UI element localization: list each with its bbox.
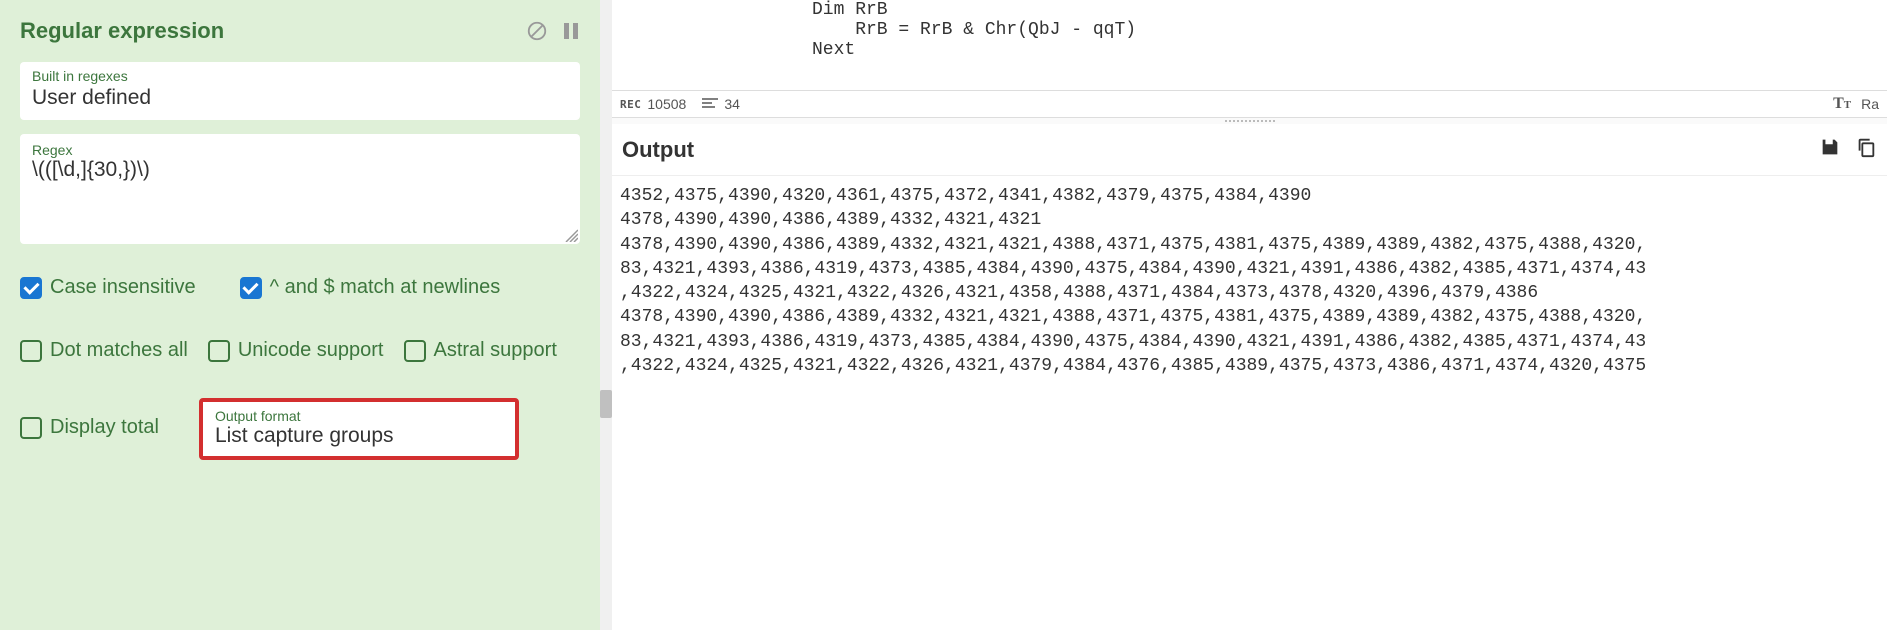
output-line: ,4322,4324,4325,4321,4322,4326,4321,4379… [620,356,1646,376]
code-area[interactable]: Dim RrB RrB = RrB & Chr(QbJ - qqT) Next [612,0,1887,90]
checkbox-checked-icon [20,277,42,299]
raw-label[interactable]: Ra [1861,96,1879,112]
output-header-icons [1819,136,1877,163]
save-icon[interactable] [1819,136,1841,163]
output-line: 4378,4390,4390,4386,4389,4332,4321,4321 [620,210,1041,230]
regex-settings-panel: Regular expression Built in regexes User… [0,0,600,630]
panel-header-icons [526,20,580,42]
status-bar: REC 10508 34 TT Ra [612,90,1887,118]
code-line-3: Next [812,40,855,60]
astral-support-checkbox[interactable]: Astral support [404,339,557,362]
output-line: 4352,4375,4390,4320,4361,4375,4372,4341,… [620,186,1311,206]
copy-icon[interactable] [1855,136,1877,163]
text-size-icon[interactable]: TT [1833,95,1851,113]
checkbox-empty-icon [20,417,42,439]
case-insensitive-checkbox[interactable]: Case insensitive [20,276,196,299]
rec-count-value: 10508 [647,96,686,112]
output-line: 83,4321,4393,4386,4319,4373,4385,4384,43… [620,259,1646,279]
output-format-value: List capture groups [215,424,503,448]
regex-input-box: Regex [20,134,580,244]
checkbox-empty-icon [404,340,426,362]
checkbox-checked-icon [240,277,262,299]
output-line: 83,4321,4393,4386,4319,4373,4385,4384,43… [620,332,1646,352]
output-line: 4378,4390,4390,4386,4389,4332,4321,4321,… [620,307,1646,327]
bottom-row: Display total Output format List capture… [20,398,580,460]
code-line-1: Dim RrB [812,0,888,20]
output-line: ,4322,4324,4325,4321,4322,4326,4321,4358… [620,283,1538,303]
panel-header: Regular expression [20,18,580,44]
right-panel: Dim RrB RrB = RrB & Chr(QbJ - qqT) Next … [612,0,1887,630]
line-count-value: 34 [724,96,740,112]
regex-input[interactable] [32,158,568,218]
builtin-regex-value: User defined [32,86,568,110]
dot-matches-all-label: Dot matches all [50,339,188,362]
record-count: REC 10508 [620,96,686,112]
output-format-label: Output format [215,408,503,424]
pause-icon[interactable] [562,21,580,41]
rec-icon: REC [620,98,641,111]
match-newlines-checkbox[interactable]: ^ and $ match at newlines [240,276,501,299]
lines-icon [702,96,718,112]
disable-icon[interactable] [526,20,548,42]
resize-handle-icon[interactable] [562,226,578,242]
dot-matches-all-checkbox[interactable]: Dot matches all [20,339,188,362]
checkbox-empty-icon [20,340,42,362]
output-body[interactable]: 4352,4375,4390,4320,4361,4375,4372,4341,… [612,176,1887,630]
check-row-1: Case insensitive ^ and $ match at newlin… [20,276,580,299]
checkbox-empty-icon [208,340,230,362]
scrollbar-thumb[interactable] [600,390,612,418]
output-header: Output [612,124,1887,176]
output-format-select[interactable]: Output format List capture groups [199,398,519,460]
display-total-label: Display total [50,416,159,439]
check-row-2: Dot matches all Unicode support Astral s… [20,339,580,362]
builtin-regex-select[interactable]: Built in regexes User defined [20,62,580,120]
unicode-support-checkbox[interactable]: Unicode support [208,339,384,362]
case-insensitive-label: Case insensitive [50,276,196,299]
panel-title: Regular expression [20,18,224,44]
astral-support-label: Astral support [434,339,557,362]
builtin-regex-label: Built in regexes [32,68,568,84]
regex-label: Regex [32,142,568,158]
scrollbar-vertical[interactable] [600,0,612,630]
output-title: Output [622,137,694,163]
line-count: 34 [702,96,740,112]
status-right: TT Ra [1833,95,1879,113]
unicode-support-label: Unicode support [238,339,384,362]
output-line: 4378,4390,4390,4386,4389,4332,4321,4321,… [620,235,1646,255]
match-newlines-label: ^ and $ match at newlines [270,276,501,299]
code-line-2: RrB = RrB & Chr(QbJ - qqT) [812,20,1136,40]
display-total-checkbox[interactable]: Display total [20,416,159,439]
